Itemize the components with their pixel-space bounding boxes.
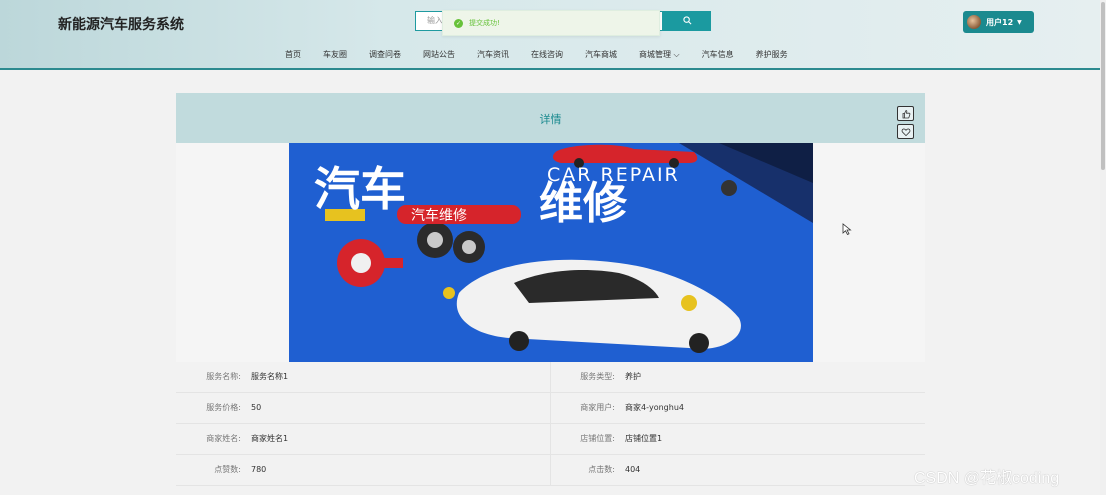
top-header: 新能源汽车服务系统 输入 ✓ 提交成功! 用户12 ▼ 首页 车友圈 调查问卷 … <box>0 0 1106 70</box>
nav-item-home[interactable]: 首页 <box>285 49 301 60</box>
mouse-cursor-icon <box>842 223 852 235</box>
nav-item-car-club[interactable]: 车友圈 <box>323 49 347 60</box>
table-row: 服务名称: 服务名称1 服务类型: 养护 <box>176 362 925 393</box>
scrollbar-thumb[interactable] <box>1101 2 1105 170</box>
merchant-user-value: 商家4-yonghu4 <box>625 403 684 412</box>
success-toast: ✓ 提交成功! <box>442 10 660 36</box>
poster-tag: 汽车维修 <box>411 207 467 224</box>
thumbs-up-icon <box>902 109 910 118</box>
like-count-value: 780 <box>251 465 267 474</box>
detail-header: 详情 <box>176 93 925 143</box>
merchant-user-label: 商家用户: <box>580 403 615 412</box>
shop-location-label: 店铺位置: <box>580 434 615 443</box>
main-nav: 首页 车友圈 调查问卷 网站公告 汽车资讯 在线咨询 汽车商城 商城管理 ⌵ 汽… <box>285 49 810 60</box>
site-title: 新能源汽车服务系统 <box>58 17 184 33</box>
detail-title: 详情 <box>539 113 562 126</box>
poster-title-en: CAR REPAIR <box>547 164 680 186</box>
nav-item-car-info[interactable]: 汽车信息 <box>702 49 734 60</box>
table-row: 商家姓名: 商家姓名1 店铺位置: 店铺位置1 <box>176 424 925 455</box>
detail-image-area: 汽车 维修 CAR REPAIR 汽车维修 <box>176 143 925 362</box>
check-circle-icon: ✓ <box>454 18 463 28</box>
poster-title-cn: 汽车 <box>314 162 406 216</box>
click-count-value: 404 <box>625 465 641 474</box>
service-type-label: 服务类型: <box>580 372 615 381</box>
merchant-name-label: 商家姓名: <box>206 434 241 443</box>
service-poster-image: 汽车 维修 CAR REPAIR 汽车维修 <box>289 143 813 362</box>
like-button[interactable] <box>897 106 914 121</box>
service-type-value: 养护 <box>625 372 641 381</box>
toast-message: 提交成功! <box>469 19 500 27</box>
search-button[interactable] <box>663 11 711 31</box>
page-scrollbar[interactable] <box>1100 0 1106 495</box>
caret-down-icon: ▼ <box>1017 18 1022 26</box>
like-count-label: 点赞数: <box>214 465 241 474</box>
avatar <box>967 15 981 29</box>
nav-item-mall-manage[interactable]: 商城管理 ⌵ <box>639 49 680 60</box>
user-label: 用户12 <box>986 17 1014 27</box>
service-price-value: 50 <box>251 403 262 412</box>
merchant-name-value: 商家姓名1 <box>251 434 289 443</box>
table-row: 服务价格: 50 商家用户: 商家4-yonghu4 <box>176 393 925 424</box>
shop-location-value: 店铺位置1 <box>625 434 663 443</box>
watermark: CSDN @花椒coding <box>914 470 1060 487</box>
search-icon <box>682 16 691 25</box>
user-menu-button[interactable]: 用户12 ▼ <box>963 11 1034 33</box>
nav-item-consult[interactable]: 在线咨询 <box>531 49 563 60</box>
nav-item-maintenance[interactable]: 养护服务 <box>756 49 788 60</box>
nav-item-announcement[interactable]: 网站公告 <box>423 49 455 60</box>
favorite-button[interactable] <box>897 124 914 139</box>
detail-table: 服务名称: 服务名称1 服务类型: 养护 服务价格: 50 商家用户: 商家4-… <box>176 362 925 486</box>
table-row: 点赞数: 780 点击数: 404 <box>176 455 925 486</box>
nav-item-mall[interactable]: 汽车商城 <box>585 49 617 60</box>
service-name-label: 服务名称: <box>206 372 241 381</box>
service-name-value: 服务名称1 <box>251 372 289 381</box>
click-count-label: 点击数: <box>588 465 615 474</box>
nav-item-car-news[interactable]: 汽车资讯 <box>477 49 509 60</box>
heart-icon <box>901 128 910 136</box>
nav-item-survey[interactable]: 调查问卷 <box>369 49 401 60</box>
service-price-label: 服务价格: <box>206 403 241 412</box>
